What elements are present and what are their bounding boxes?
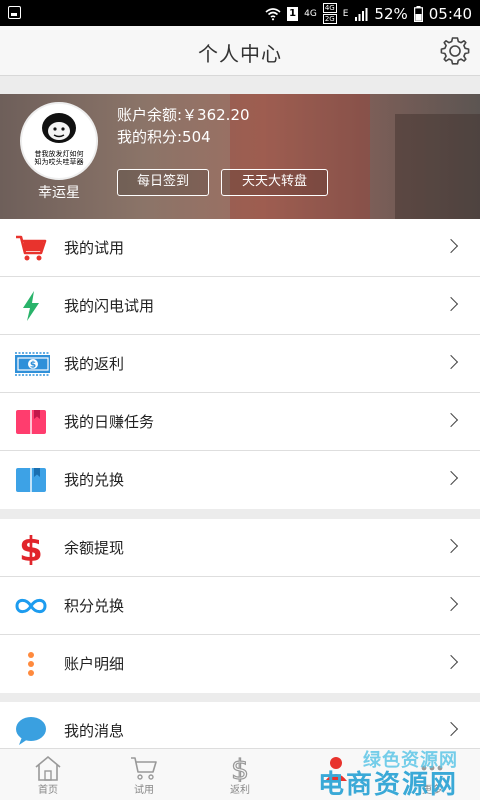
- avatar[interactable]: 昔我放发灯如何 知为哎头哇草器: [20, 102, 98, 180]
- menu-item-my-rebates[interactable]: $ 我的返利: [0, 335, 480, 393]
- chevron-right-icon: [443, 238, 459, 254]
- book-blue-icon: [16, 468, 46, 492]
- lightning-icon: [23, 291, 39, 321]
- tab-label: 首页: [38, 785, 58, 796]
- lucky-wheel-button[interactable]: 天天大转盘: [221, 169, 328, 196]
- username: 幸运星: [38, 185, 80, 201]
- menu-item-label: 我的试用: [64, 239, 125, 257]
- gallery-notification-icon: [8, 6, 21, 19]
- menu-item-label: 我的日赚任务: [64, 413, 155, 431]
- infinity-icon: [15, 598, 47, 614]
- more-icon: [421, 765, 443, 771]
- menu-item-label: 我的消息: [64, 722, 125, 740]
- menu-item-label: 积分兑换: [64, 597, 125, 615]
- menu-item-my-exchanges[interactable]: 我的兑换: [0, 451, 480, 509]
- status-bar-right: 1 4G 4G 2G E 52% 05:40: [265, 3, 472, 24]
- cart-icon: [16, 235, 47, 261]
- chevron-right-icon: [443, 296, 459, 312]
- menu-item-label: 账户明细: [64, 655, 125, 673]
- tab-label: 更多: [422, 785, 442, 796]
- menu-item-withdraw[interactable]: $ 余额提现: [0, 519, 480, 577]
- network-type-label: 4G: [304, 8, 317, 19]
- status-bar: 1 4G 4G 2G E 52% 05:40: [0, 0, 480, 26]
- svg-text:$: $: [231, 754, 249, 782]
- chat-bubble-icon: [16, 717, 46, 745]
- chevron-right-icon: [443, 470, 459, 486]
- menu-item-label: 我的返利: [64, 355, 125, 373]
- chevron-right-icon: [443, 412, 459, 428]
- title-bar: 个人中心: [0, 26, 480, 76]
- chevron-right-icon: [443, 354, 459, 370]
- bottom-tab-bar: 首页 试用 $ 返利 更多: [0, 748, 480, 800]
- menu-item-my-trials[interactable]: 我的试用: [0, 219, 480, 277]
- account-balance: 账户余额:￥362.20: [117, 106, 250, 124]
- menu-item-flash-trials[interactable]: 我的闪电试用: [0, 277, 480, 335]
- user-icon: [325, 757, 347, 781]
- network-top-label: 4G: [322, 3, 337, 13]
- tab-more[interactable]: 更多: [384, 749, 480, 800]
- signal-icon: [355, 7, 368, 21]
- menu-item-daily-tasks[interactable]: 我的日赚任务: [0, 393, 480, 451]
- chevron-right-icon: [443, 721, 459, 737]
- home-icon: [35, 755, 61, 781]
- svg-text:$: $: [19, 531, 43, 565]
- menu-item-label: 余额提现: [64, 539, 125, 557]
- daily-sign-in-button[interactable]: 每日签到: [117, 169, 209, 196]
- dots-icon: [28, 652, 34, 676]
- tab-mine[interactable]: [288, 749, 384, 800]
- book-pink-icon: [16, 410, 46, 434]
- banner-background-shape: [230, 94, 370, 219]
- banner-background-shape: [395, 114, 480, 219]
- menu-item-label: 我的兑换: [64, 471, 125, 489]
- profile-banner: 昔我放发灯如何 知为哎头哇草器 幸运星 账户余额:￥362.20 我的积分:50…: [0, 94, 480, 219]
- dual-network-indicator: 4G 2G: [322, 3, 337, 24]
- svg-text:$: $: [30, 361, 36, 371]
- meme-face-icon: [42, 113, 76, 143]
- menu-item-account-details[interactable]: 账户明细: [0, 635, 480, 693]
- tab-label: 试用: [134, 785, 154, 796]
- network-bottom-label: 2G: [322, 14, 337, 24]
- menu-group-trials: 我的试用 我的闪电试用 $ 我的返利 我的日赚任务 我的兑换: [0, 219, 480, 509]
- battery-icon: [413, 5, 423, 22]
- tab-home[interactable]: 首页: [0, 749, 96, 800]
- tab-label: 返利: [230, 785, 250, 796]
- data-type-label: E: [342, 8, 349, 19]
- battery-percent: 52%: [374, 4, 408, 23]
- tab-rebates[interactable]: $ 返利: [192, 749, 288, 800]
- dollar-icon: $: [230, 754, 249, 782]
- chevron-right-icon: [443, 538, 459, 554]
- money-icon: $: [15, 352, 50, 376]
- sim-badge: 1: [287, 6, 299, 21]
- menu-item-label: 我的闪电试用: [64, 297, 155, 315]
- avatar-caption: 昔我放发灯如何 知为哎头哇草器: [34, 150, 84, 166]
- wifi-icon: [265, 7, 281, 20]
- cart-icon: [131, 757, 157, 780]
- dollar-icon: $: [19, 531, 43, 565]
- chevron-right-icon: [443, 654, 459, 670]
- account-points: 我的积分:504: [117, 128, 211, 146]
- tab-trials[interactable]: 试用: [96, 749, 192, 800]
- chevron-right-icon: [443, 596, 459, 612]
- menu-group-account: $ 余额提现 积分兑换 账户明细: [0, 519, 480, 693]
- menu-item-points-exchange[interactable]: 积分兑换: [0, 577, 480, 635]
- clock: 05:40: [428, 4, 472, 23]
- gear-icon[interactable]: [440, 36, 470, 66]
- page-title: 个人中心: [198, 42, 282, 66]
